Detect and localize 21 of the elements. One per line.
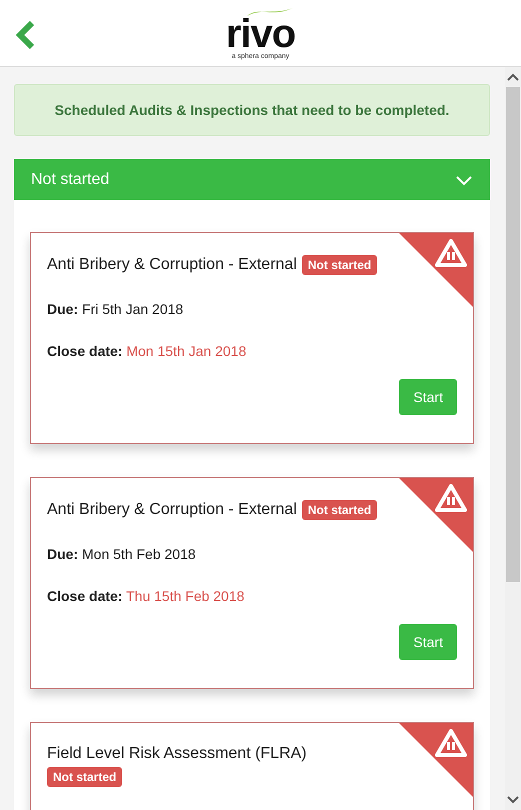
section-header[interactable]: Not started (14, 159, 490, 200)
scroll-up-icon[interactable] (507, 73, 519, 81)
start-button[interactable]: Start (399, 379, 457, 415)
status-badge: Not started (302, 255, 378, 275)
back-chevron-icon (14, 20, 36, 50)
chevron-icon (455, 174, 473, 186)
close-date: Close date: Mon 15th Jan 2018 (47, 343, 248, 359)
due-date: Due: Fri 5th Jan 2018 (47, 301, 184, 317)
due-date: Due: Mon 5th Feb 2018 (47, 546, 197, 562)
status-badge: Not started (302, 500, 378, 520)
start-button[interactable]: Start (399, 624, 457, 660)
scroll-down-icon[interactable] (507, 796, 519, 804)
status-badge: Not started (47, 767, 122, 787)
scrollbar[interactable] (505, 67, 521, 810)
card-title: Field Level Risk Assessment (FLRA) (47, 745, 307, 763)
info-banner: Scheduled Audits & Inspections that need to be completed. (14, 84, 490, 136)
wave-icon (245, 6, 296, 18)
close-date: Close date: Thu 15th Feb 2018 (47, 588, 246, 604)
logo-text: rivo (226, 16, 296, 52)
card-title: Anti Bribery & Corruption - External (47, 256, 297, 274)
card-title: Anti Bribery & Corruption - External (47, 501, 297, 519)
